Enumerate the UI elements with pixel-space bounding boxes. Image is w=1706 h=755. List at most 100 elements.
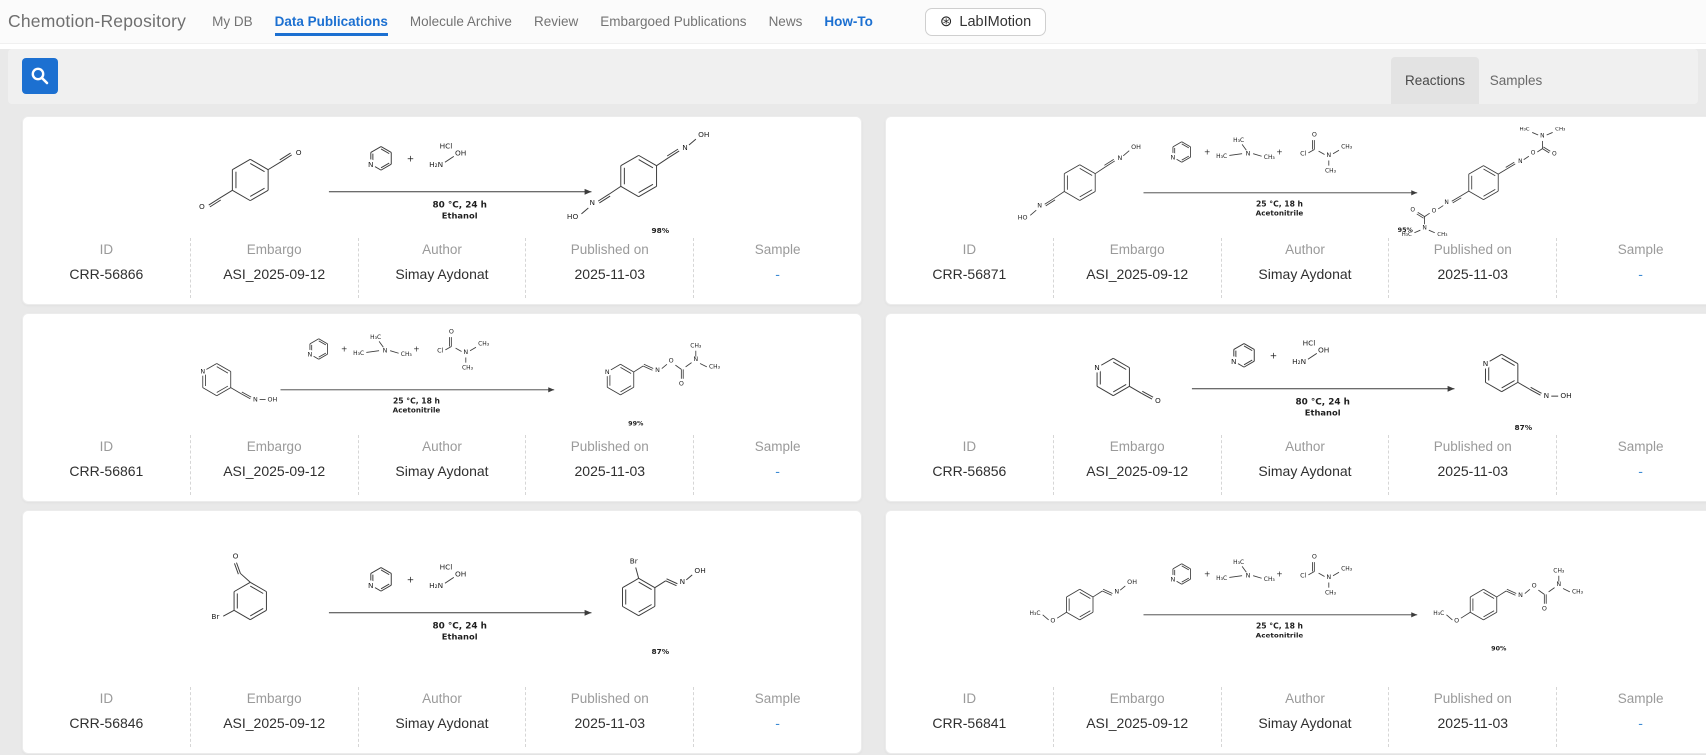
sample-link[interactable]: - bbox=[775, 266, 780, 282]
svg-text:CH₃: CH₃ bbox=[1341, 565, 1353, 572]
embargo-value: ASI_2025-09-12 bbox=[223, 463, 325, 479]
search-button[interactable] bbox=[22, 58, 58, 94]
nav-item-how-to[interactable]: How-To bbox=[824, 14, 872, 29]
svg-text:N: N bbox=[368, 581, 374, 590]
labimotion-button[interactable]: ⊛ LabIMotion bbox=[925, 8, 1046, 36]
svg-text:H₃C: H₃C bbox=[1519, 127, 1529, 133]
nav-item-embargoed-publications[interactable]: Embargoed Publications bbox=[600, 14, 746, 29]
svg-text:CH₃: CH₃ bbox=[1264, 575, 1276, 582]
svg-text:+: + bbox=[1276, 569, 1282, 578]
embargo-header: Embargo bbox=[247, 439, 302, 454]
meta-col-sample: Sample - bbox=[693, 238, 861, 298]
svg-text:+: + bbox=[1204, 569, 1210, 578]
nav-item-data-publications[interactable]: Data Publications bbox=[275, 14, 388, 29]
nav-item-molecule-archive[interactable]: Molecule Archive bbox=[410, 14, 512, 29]
svg-text:OH: OH bbox=[1318, 345, 1329, 354]
published-header: Published on bbox=[571, 439, 649, 454]
svg-text:CH₃: CH₃ bbox=[1553, 567, 1565, 574]
publication-card[interactable]: OON+HClH₂NOH80 °C, 24 hEthanolNOHNHO98% … bbox=[22, 116, 862, 305]
svg-text:O: O bbox=[1454, 616, 1459, 624]
svg-text:Acetonitrile: Acetonitrile bbox=[1256, 209, 1304, 218]
meta-col-published: Published on 2025-11-03 bbox=[525, 687, 693, 747]
reaction-scheme-area: NOHNHON+H₃CNH₃CCH₃+ClONCH₃CH₃25 °C, 18 h… bbox=[886, 117, 1706, 238]
reaction-scheme: NOHNHON+H₃CNH₃CCH₃+ClONCH₃CH₃25 °C, 18 h… bbox=[955, 118, 1655, 237]
id-value: CRR-56861 bbox=[69, 463, 143, 479]
svg-text:H₃C: H₃C bbox=[1233, 137, 1244, 144]
svg-text:N: N bbox=[1171, 575, 1176, 583]
meta-col-published: Published on 2025-11-03 bbox=[1388, 435, 1556, 495]
svg-text:CH₃: CH₃ bbox=[1555, 127, 1565, 133]
author-header: Author bbox=[1285, 439, 1325, 454]
meta-col-embargo: Embargo ASI_2025-09-12 bbox=[190, 687, 358, 747]
svg-text:+: + bbox=[407, 154, 414, 164]
publication-card[interactable]: NNOHN+H₃CNH₃CCH₃+ClONCH₃CH₃25 °C, 18 hAc… bbox=[22, 313, 862, 502]
svg-text:N: N bbox=[1326, 151, 1331, 159]
svg-text:N: N bbox=[1544, 391, 1550, 400]
svg-text:O: O bbox=[679, 380, 684, 388]
meta-col-embargo: Embargo ASI_2025-09-12 bbox=[1053, 687, 1221, 747]
published-value: 2025-11-03 bbox=[1438, 463, 1509, 479]
publication-card[interactable]: NON+HClH₂NOH80 °C, 24 hEthanolNNOH87% ID… bbox=[885, 313, 1706, 502]
svg-text:+: + bbox=[341, 345, 347, 354]
author-header: Author bbox=[422, 691, 462, 706]
meta-col-author: Author Simay Aydonat bbox=[1221, 238, 1389, 298]
svg-text:CH₃: CH₃ bbox=[1325, 589, 1337, 596]
author-value: Simay Aydonat bbox=[1258, 715, 1351, 731]
svg-text:CH₃: CH₃ bbox=[401, 351, 413, 358]
svg-text:95%: 95% bbox=[1398, 226, 1414, 234]
svg-text:H₂N: H₂N bbox=[1292, 357, 1306, 366]
reaction-scheme-area: NNOHN+H₃CNH₃CCH₃+ClONCH₃CH₃25 °C, 18 hAc… bbox=[23, 314, 861, 435]
sample-link[interactable]: - bbox=[775, 463, 780, 479]
sample-link[interactable]: - bbox=[775, 715, 780, 731]
svg-text:H₃C: H₃C bbox=[1233, 558, 1244, 565]
embargo-header: Embargo bbox=[247, 242, 302, 257]
svg-text:N: N bbox=[1117, 154, 1122, 162]
publication-card[interactable]: NOHNHON+H₃CNH₃CCH₃+ClONCH₃CH₃25 °C, 18 h… bbox=[885, 116, 1706, 305]
svg-text:N: N bbox=[1540, 133, 1544, 140]
svg-text:OH: OH bbox=[1131, 143, 1141, 151]
meta-col-sample: Sample - bbox=[1556, 687, 1706, 747]
svg-text:25 °C, 18 h: 25 °C, 18 h bbox=[393, 396, 440, 405]
svg-text:80 °C, 24 h: 80 °C, 24 h bbox=[1295, 397, 1349, 407]
svg-text:98%: 98% bbox=[651, 226, 669, 235]
svg-text:CH₃: CH₃ bbox=[478, 341, 490, 348]
svg-text:Cl: Cl bbox=[437, 346, 443, 354]
nav-item-news[interactable]: News bbox=[769, 14, 803, 29]
svg-text:+: + bbox=[1276, 148, 1282, 157]
svg-text:O: O bbox=[1155, 396, 1161, 405]
publication-card[interactable]: BrON+HClH₂NOH80 °C, 24 hEthanolBrNOH87% … bbox=[22, 510, 862, 754]
reaction-scheme: OH₃CNOHN+H₃CNH₃CCH₃+ClONCH₃CH₃25 °C, 18 … bbox=[955, 540, 1655, 659]
sample-link[interactable]: - bbox=[1638, 715, 1643, 731]
filter-toolbar: Reactions Samples bbox=[8, 49, 1698, 104]
app-brand[interactable]: Chemotion-Repository bbox=[8, 11, 186, 32]
author-value: Simay Aydonat bbox=[395, 715, 488, 731]
svg-text:N: N bbox=[1231, 356, 1237, 365]
svg-text:90%: 90% bbox=[1491, 644, 1507, 652]
svg-text:H₃C: H₃C bbox=[1216, 153, 1227, 160]
svg-text:N: N bbox=[1422, 224, 1426, 231]
svg-text:N: N bbox=[1518, 590, 1523, 598]
id-value: CRR-56841 bbox=[932, 715, 1006, 731]
nav-item-my-db[interactable]: My DB bbox=[212, 14, 253, 29]
svg-text:O: O bbox=[199, 201, 205, 210]
meta-col-author: Author Simay Aydonat bbox=[1221, 435, 1389, 495]
svg-text:N: N bbox=[655, 366, 660, 374]
svg-text:O: O bbox=[1050, 616, 1055, 624]
svg-text:O: O bbox=[296, 147, 302, 156]
published-value: 2025-11-03 bbox=[1438, 266, 1509, 282]
published-header: Published on bbox=[571, 691, 649, 706]
svg-text:+: + bbox=[1270, 351, 1277, 361]
svg-text:HO: HO bbox=[567, 211, 579, 220]
svg-text:OH: OH bbox=[455, 569, 466, 578]
tab-reactions[interactable]: Reactions bbox=[1391, 57, 1479, 104]
sample-link[interactable]: - bbox=[1638, 463, 1643, 479]
sample-link[interactable]: - bbox=[1638, 266, 1643, 282]
svg-text:H₃C: H₃C bbox=[1433, 609, 1444, 616]
svg-text:CH₃: CH₃ bbox=[1437, 232, 1447, 237]
publication-card[interactable]: OH₃CNOHN+H₃CNH₃CCH₃+ClONCH₃CH₃25 °C, 18 … bbox=[885, 510, 1706, 754]
svg-text:N: N bbox=[1246, 149, 1251, 157]
published-value: 2025-11-03 bbox=[575, 463, 646, 479]
published-header: Published on bbox=[1434, 242, 1512, 257]
tab-samples[interactable]: Samples bbox=[1479, 57, 1553, 104]
nav-item-review[interactable]: Review bbox=[534, 14, 578, 29]
